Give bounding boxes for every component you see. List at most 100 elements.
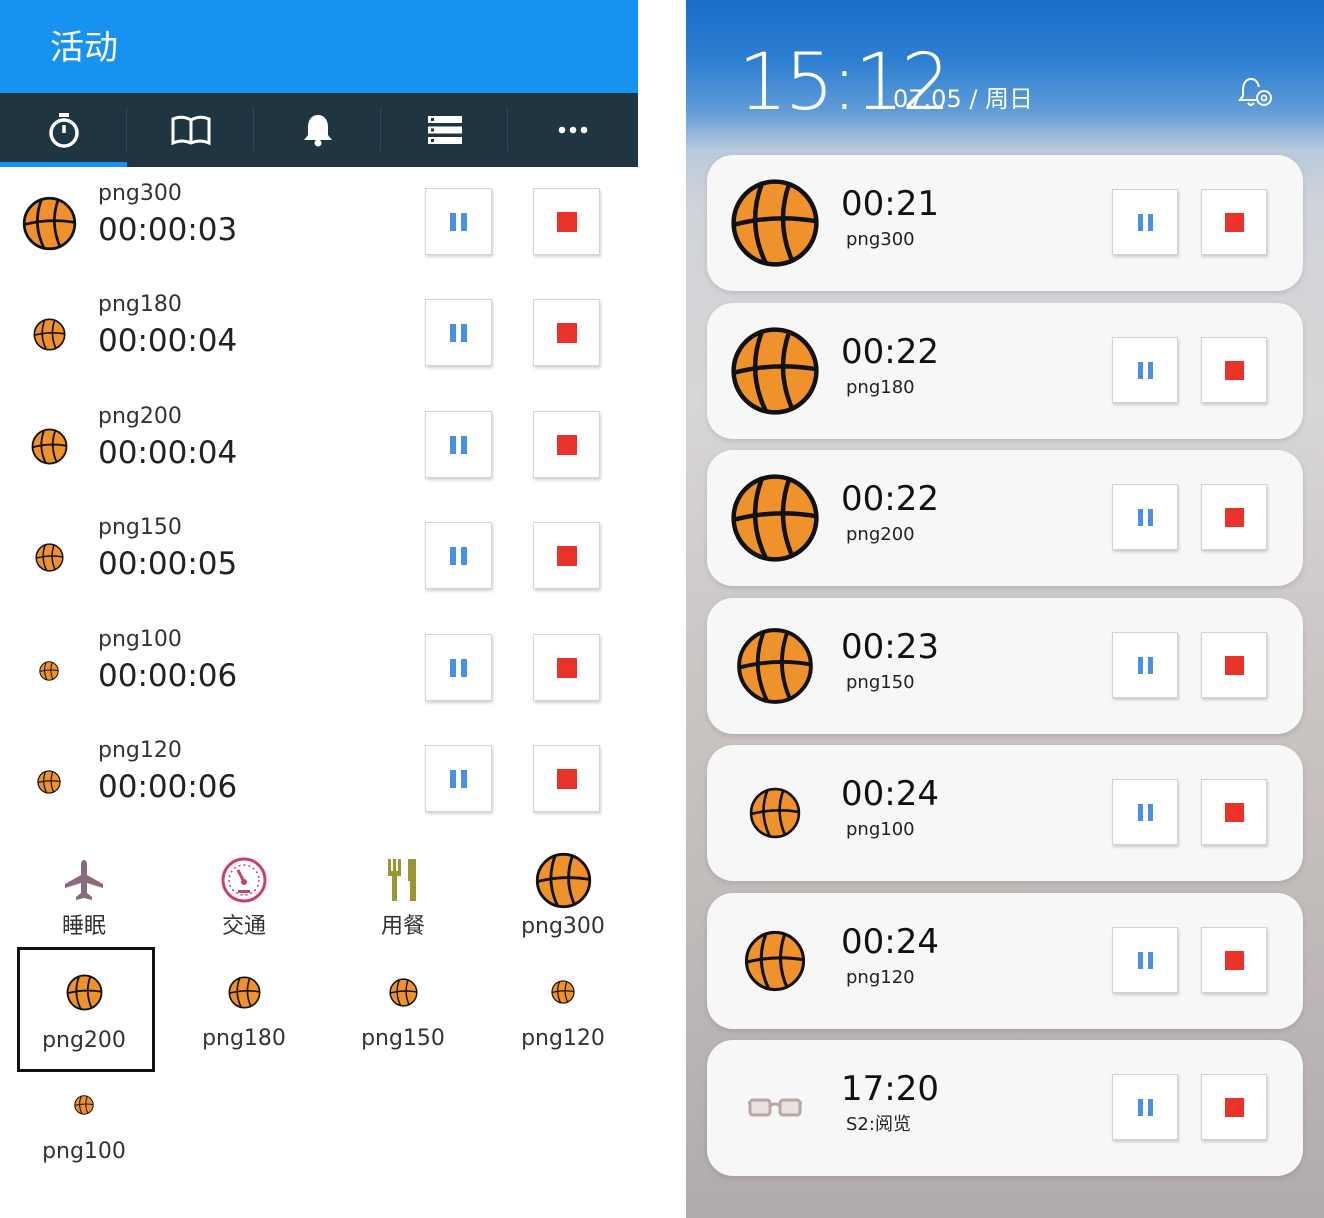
- pause-button[interactable]: [425, 188, 492, 255]
- activity-label: png200: [42, 1028, 126, 1053]
- tab-bar: [0, 93, 638, 167]
- airplane-icon: [65, 860, 103, 900]
- timer-name: png200: [98, 404, 182, 429]
- pause-button[interactable]: [425, 634, 492, 701]
- stop-button[interactable]: [533, 522, 600, 589]
- stop-button[interactable]: [1201, 1074, 1267, 1140]
- stop-icon: [556, 768, 577, 789]
- basketball-icon: [66, 974, 103, 1011]
- basketball-icon: [228, 976, 261, 1009]
- tab-book[interactable]: [127, 93, 254, 167]
- stop-button[interactable]: [533, 188, 600, 255]
- basketball-icon: [551, 980, 575, 1004]
- pause-button[interactable]: [425, 299, 492, 366]
- stop-button[interactable]: [1201, 484, 1267, 550]
- activity-label: png300: [521, 914, 605, 939]
- pause-button[interactable]: [425, 411, 492, 478]
- timer-row: png100 00:00:06: [0, 624, 638, 724]
- notification-card[interactable]: 17:20 S2:阅览: [707, 1040, 1303, 1176]
- basketball-icon: [39, 661, 59, 681]
- timer-name: png180: [98, 292, 182, 317]
- tab-more[interactable]: [508, 93, 638, 167]
- pause-button[interactable]: [425, 745, 492, 812]
- basketball-icon: [730, 326, 820, 416]
- notification-card[interactable]: 00:24 png120: [707, 893, 1303, 1029]
- pause-button[interactable]: [1112, 927, 1178, 993]
- page-title: 活动: [50, 28, 118, 68]
- pause-icon: [1137, 803, 1153, 821]
- activity-dining[interactable]: 用餐: [336, 845, 470, 963]
- notification-time: 00:24: [841, 922, 939, 962]
- notification-card[interactable]: 00:21 png300: [707, 155, 1303, 291]
- pause-button[interactable]: [425, 522, 492, 589]
- timer-row: png120 00:00:06: [0, 735, 638, 835]
- lockscreen-date: 07.05 / 周日: [893, 85, 1034, 113]
- notification-time: 00:24: [841, 774, 939, 814]
- pause-button[interactable]: [1112, 1074, 1178, 1140]
- basketball-icon: [22, 196, 77, 251]
- timer-name: png300: [98, 181, 182, 206]
- timer-elapsed: 00:00:06: [98, 658, 238, 694]
- book-icon: [171, 115, 210, 145]
- timer-name: png100: [98, 627, 182, 652]
- stop-icon: [556, 657, 577, 678]
- stop-button[interactable]: [1201, 927, 1267, 993]
- notification-time: 00:22: [841, 479, 939, 519]
- pause-icon: [1137, 951, 1153, 969]
- basketball-icon: [749, 787, 801, 839]
- notification-card[interactable]: 00:22 png200: [707, 450, 1303, 586]
- notification-card[interactable]: 00:22 png180: [707, 303, 1303, 439]
- activity-traffic[interactable]: 交通: [177, 845, 311, 963]
- notification-name: png150: [846, 672, 915, 693]
- stop-icon: [1224, 802, 1244, 822]
- activity-label: png120: [521, 1026, 605, 1051]
- list-icon: [427, 116, 462, 144]
- activity-png180[interactable]: png180: [177, 957, 311, 1075]
- activity-png100[interactable]: png100: [17, 1070, 151, 1188]
- notification-card[interactable]: 00:23 png150: [707, 598, 1303, 734]
- activity-label: png150: [361, 1026, 445, 1051]
- stop-button[interactable]: [1201, 189, 1267, 255]
- pause-button[interactable]: [1112, 779, 1178, 845]
- lock-screen: 15:12 07.05 / 周日 00:21 png300 00:22 png1…: [686, 0, 1324, 1218]
- activity-png120[interactable]: png120: [496, 957, 630, 1075]
- basketball-icon: [37, 770, 61, 794]
- timer-elapsed: 00:00:04: [98, 435, 238, 471]
- activity-label: 交通: [221, 914, 266, 939]
- activity-label: png100: [42, 1139, 126, 1164]
- alarm-settings-icon[interactable]: [1238, 76, 1274, 110]
- stop-button[interactable]: [533, 745, 600, 812]
- tab-bell[interactable]: [254, 93, 381, 167]
- stop-icon: [556, 434, 577, 455]
- pause-button[interactable]: [1112, 189, 1178, 255]
- notification-card[interactable]: 00:24 png100: [707, 745, 1303, 881]
- stop-button[interactable]: [533, 411, 600, 478]
- activity-sleep[interactable]: 睡眠: [17, 845, 151, 963]
- activity-png200[interactable]: png200: [17, 947, 155, 1072]
- stop-button[interactable]: [1201, 337, 1267, 403]
- stop-icon: [556, 211, 577, 232]
- pause-icon: [1137, 508, 1153, 526]
- basketball-icon: [730, 178, 820, 268]
- basketball-icon: [730, 473, 820, 563]
- activity-png150[interactable]: png150: [336, 957, 470, 1075]
- tab-stopwatch[interactable]: [0, 93, 127, 167]
- stop-icon: [1224, 950, 1244, 970]
- stop-button[interactable]: [1201, 632, 1267, 698]
- stop-button[interactable]: [533, 299, 600, 366]
- pause-button[interactable]: [1112, 337, 1178, 403]
- stop-button[interactable]: [1201, 779, 1267, 845]
- timer-name: png120: [98, 738, 182, 763]
- activity-png300[interactable]: png300: [496, 845, 630, 963]
- pause-icon: [1137, 656, 1153, 674]
- notification-name: png100: [846, 819, 915, 840]
- notification-time: 00:23: [841, 627, 939, 667]
- pause-button[interactable]: [1112, 484, 1178, 550]
- bell-icon: [303, 115, 332, 147]
- basketball-icon: [535, 852, 592, 909]
- pause-button[interactable]: [1112, 632, 1178, 698]
- timer-elapsed: 00:00:06: [98, 769, 238, 805]
- stop-icon: [556, 322, 577, 343]
- tab-list[interactable]: [381, 93, 508, 167]
- stop-button[interactable]: [533, 634, 600, 701]
